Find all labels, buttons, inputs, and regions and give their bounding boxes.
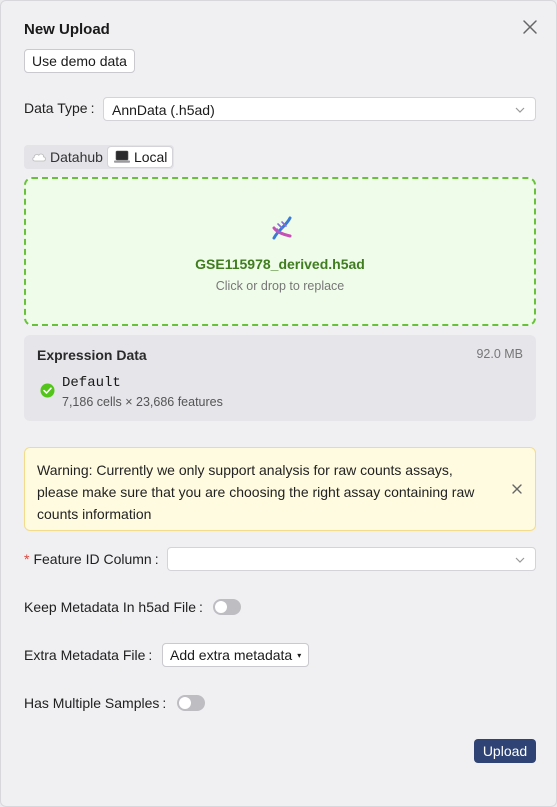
uploaded-file-name: GSE115978_derived.h5ad: [195, 256, 365, 272]
chevron-down-icon: [515, 557, 525, 563]
tab-local[interactable]: Local: [107, 147, 173, 167]
dialog-title: New Upload: [24, 21, 110, 38]
keep-metadata-toggle[interactable]: [213, 599, 241, 615]
feature-id-label-colon: :: [154, 551, 159, 567]
dropzone-hint: Click or drop to replace: [215, 279, 345, 293]
extra-metadata-label: Extra Metadata File:: [24, 647, 152, 663]
data-type-label: Data Type:: [24, 100, 94, 116]
feature-id-label: * Feature ID Column:: [24, 551, 159, 567]
warning-alert: Warning: Currently we only support analy…: [24, 447, 536, 531]
required-mark: *: [24, 551, 30, 567]
cloud-icon: [32, 153, 46, 162]
data-type-value: AnnData (.h5ad): [112, 102, 215, 118]
extra-metadata-label-colon: :: [148, 647, 153, 663]
data-type-label-colon: :: [90, 100, 95, 116]
multiple-samples-label-colon: :: [162, 695, 167, 711]
keep-metadata-label: Keep Metadata In h5ad File:: [24, 599, 203, 615]
multiple-samples-label-text: Has Multiple Samples: [24, 695, 160, 711]
expression-data-title: Expression Data: [37, 347, 147, 363]
extra-metadata-label-text: Extra Metadata File: [24, 647, 146, 663]
expression-data-panel: Expression Data 92.0 MB Default 7,186 ce…: [24, 335, 536, 421]
toggle-knob: [215, 601, 227, 613]
toggle-knob: [179, 697, 191, 709]
chevron-down-icon: [515, 107, 525, 113]
tab-local-label: Local: [133, 149, 168, 165]
check-circle-icon: [40, 383, 55, 398]
assay-name: Default: [62, 375, 121, 391]
keep-metadata-label-text: Keep Metadata In h5ad File: [24, 599, 197, 615]
laptop-icon: [113, 150, 130, 163]
feature-id-label-text: Feature ID Column: [33, 551, 152, 567]
assay-dimensions: 7,186 cells × 23,686 features: [62, 395, 223, 409]
multiple-samples-toggle[interactable]: [177, 695, 205, 711]
upload-dialog: New Upload Use demo data Data Type: AnnD…: [0, 0, 557, 807]
tab-datahub-label: Datahub: [50, 149, 103, 165]
dna-icon: [272, 216, 292, 240]
keep-metadata-label-colon: :: [199, 599, 203, 615]
file-dropzone[interactable]: GSE115978_derived.h5ad Click or drop to …: [24, 177, 536, 326]
caret-down-icon: ▾: [297, 650, 302, 660]
close-icon[interactable]: [511, 483, 523, 495]
feature-id-select[interactable]: [167, 547, 536, 571]
add-extra-metadata-button[interactable]: Add extra metadata ▾: [162, 643, 310, 667]
data-type-label-text: Data Type: [24, 100, 88, 116]
warning-text: Warning: Currently we only support analy…: [37, 462, 475, 522]
file-size: 92.0 MB: [476, 347, 523, 361]
data-type-select[interactable]: AnnData (.h5ad): [103, 97, 536, 121]
tab-datahub[interactable]: Datahub: [26, 147, 108, 167]
use-demo-data-button[interactable]: Use demo data: [24, 49, 135, 73]
upload-button[interactable]: Upload: [474, 739, 536, 763]
source-tabs: Datahub Local: [24, 145, 175, 169]
add-extra-metadata-label: Add extra metadata: [170, 647, 293, 663]
multiple-samples-label: Has Multiple Samples:: [24, 695, 166, 711]
close-icon[interactable]: [520, 17, 540, 37]
